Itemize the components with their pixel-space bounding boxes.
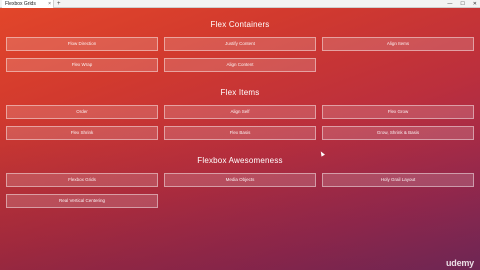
close-window-icon[interactable]: ✕	[473, 0, 477, 8]
card-real-vertical-centering[interactable]: Real Vertical Centering	[6, 194, 158, 208]
card-flex-grow[interactable]: Flex Grow	[322, 105, 474, 119]
page-content: Flex Containers Flow Direction Justify C…	[0, 8, 480, 270]
window-controls: — ☐ ✕	[447, 0, 477, 8]
card-flex-basis[interactable]: Flex Basis	[164, 126, 316, 140]
browser-titlebar: Flexbox Grids × + — ☐ ✕	[0, 0, 480, 8]
card-flexbox-grids[interactable]: Flexbox Grids	[6, 173, 158, 187]
card-flow-direction[interactable]: Flow Direction	[6, 37, 158, 51]
card-flex-shrink[interactable]: Flex Shrink	[6, 126, 158, 140]
card-align-self[interactable]: Align Self	[164, 105, 316, 119]
card-order[interactable]: Order	[6, 105, 158, 119]
card-grow-shrink-basis[interactable]: Grow, Shrink & Basis	[322, 126, 474, 140]
card-media-objects[interactable]: Media Objects	[164, 173, 316, 187]
card-align-content[interactable]: Align Content	[164, 58, 316, 72]
maximize-icon[interactable]: ☐	[460, 0, 464, 8]
browser-tab[interactable]: Flexbox Grids ×	[2, 0, 54, 8]
card-align-items[interactable]: Align Items	[322, 37, 474, 51]
section-title-flex-containers: Flex Containers	[210, 20, 270, 29]
card-justify-content[interactable]: Justify Content	[164, 37, 316, 51]
tab-close-icon[interactable]: ×	[48, 0, 51, 8]
minimize-icon[interactable]: —	[447, 0, 452, 8]
new-tab-button[interactable]: +	[57, 0, 61, 8]
section-title-flex-items: Flex Items	[220, 88, 260, 97]
tab-title: Flexbox Grids	[5, 1, 36, 7]
section-title-flexbox-awesomeness: Flexbox Awesomeness	[197, 156, 283, 165]
card-flex-wrap[interactable]: Flex Wrap	[6, 58, 158, 72]
udemy-watermark: udemy	[445, 258, 474, 268]
card-holy-grail-layout[interactable]: Holy Grail Layout	[322, 173, 474, 187]
